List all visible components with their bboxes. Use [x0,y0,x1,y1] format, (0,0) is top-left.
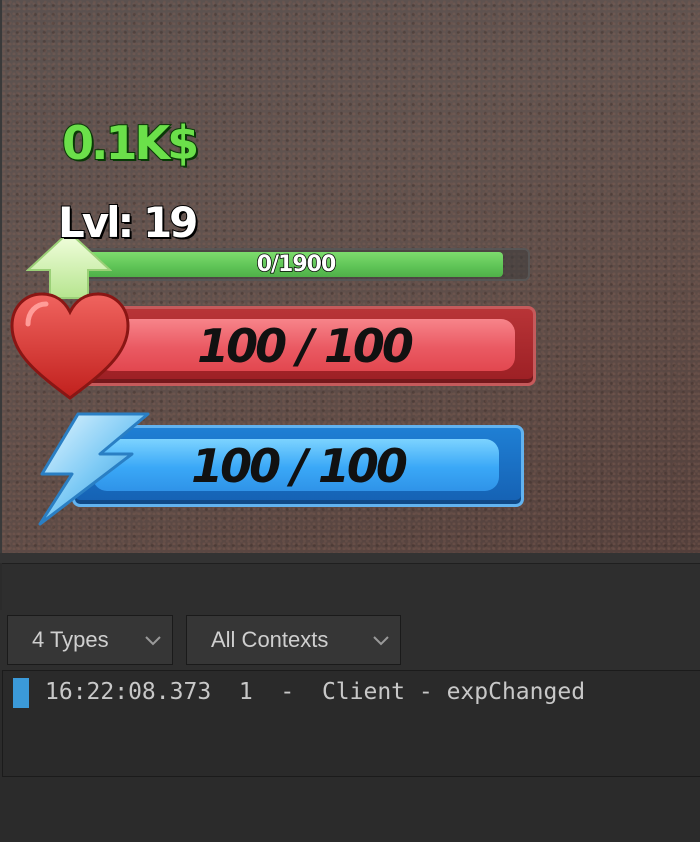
log-entry-text: 16:22:08.373 1 - Client - expChanged [45,679,586,705]
chevron-down-icon [373,636,389,646]
level-label: Lvl: 19 [57,197,199,248]
log-marker [13,677,29,708]
health-bar: 100 / 100 [72,306,536,386]
message-types-value: 4 Types [32,627,109,652]
health-bar-label: 100 / 100 [197,319,414,373]
cash-counter: 0.1K$ [61,115,200,171]
heart-icon [10,292,130,400]
chevron-down-icon [145,636,161,646]
panel-divider[interactable] [0,553,700,563]
message-types-dropdown[interactable]: 4 Types [7,615,173,665]
panel-footer [0,778,700,842]
log-entry[interactable]: 16:22:08.373 1 - Client - expChanged [3,675,585,709]
output-toolbar [2,563,700,611]
contexts-value: All Contexts [211,627,329,652]
output-filter-row: 4 Types All Contexts [0,610,700,670]
xp-bar-label: 0/1900 [256,251,337,278]
game-viewport[interactable]: 0.1K$ Lvl: 19 0/1900 100 / 100 100 / 100 [2,0,700,553]
lightning-bolt-icon [38,412,150,526]
output-log[interactable]: 16:22:08.373 1 - Client - expChanged [2,670,700,777]
xp-bar: 0/1900 [62,248,530,281]
contexts-dropdown[interactable]: All Contexts [186,615,401,665]
